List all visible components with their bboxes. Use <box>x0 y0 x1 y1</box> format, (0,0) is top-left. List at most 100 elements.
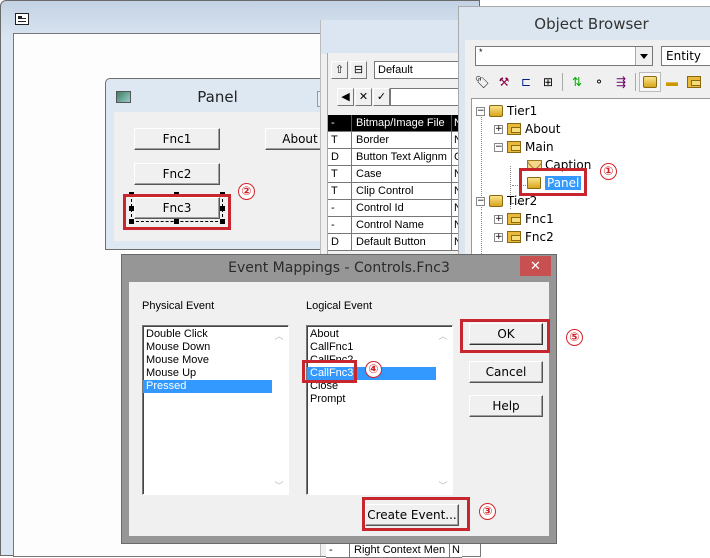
ruler-icon[interactable]: ▬ <box>661 72 683 92</box>
resize-handle[interactable] <box>129 219 134 224</box>
collapse-icon[interactable]: − <box>476 106 485 116</box>
form-filter-icon[interactable] <box>683 72 705 92</box>
property-window-titlebar <box>321 20 462 54</box>
form-icon <box>507 213 521 225</box>
property-row[interactable]: - Control Id N <box>328 200 464 217</box>
filter-combo[interactable]: * <box>475 46 653 66</box>
cancel-x-icon[interactable]: ✕ <box>355 88 372 106</box>
back-arrow-icon[interactable]: ◀ <box>337 88 354 106</box>
resize-handle[interactable] <box>220 206 225 211</box>
resize-handle[interactable] <box>174 192 179 197</box>
resize-handle[interactable] <box>220 219 225 224</box>
property-flag: T <box>328 132 352 148</box>
tree-item-tier1[interactable]: − Tier1 <box>476 102 537 120</box>
list-item[interactable]: About <box>307 328 452 341</box>
panel-title: Panel <box>197 88 238 106</box>
property-flag: D <box>328 149 352 165</box>
close-icon[interactable]: ✕ <box>520 256 551 276</box>
tree-item-panel[interactable]: Panel <box>527 174 582 192</box>
up-level-icon[interactable]: ⇧ <box>331 61 348 79</box>
tree-view-icon[interactable]: ⊟ <box>350 61 367 79</box>
tree-item-label: About <box>525 122 561 136</box>
find-icon[interactable]: ⚬ <box>588 72 610 92</box>
list-item[interactable]: Close <box>307 380 452 393</box>
list-item-selected[interactable]: Pressed <box>143 380 272 393</box>
object-browser-title: Object Browser <box>534 15 649 33</box>
step-4-marker: ④ <box>365 361 382 378</box>
tree-item-label: Tier2 <box>507 194 538 208</box>
toolbar-separator <box>562 73 563 91</box>
list-item[interactable]: Double Click <box>143 328 288 341</box>
help-button[interactable]: Help <box>469 395 543 417</box>
dependencies-icon[interactable]: ⇶ <box>610 72 632 92</box>
type-combo[interactable]: Entity <box>661 46 710 66</box>
property-row[interactable]: - Bitmap/Image File N <box>328 115 464 132</box>
tree-item-fnc2[interactable]: + Fnc2 <box>494 228 554 246</box>
resize-handle[interactable] <box>220 192 225 197</box>
property-row[interactable]: T Case N <box>328 166 464 183</box>
tree-item-label: Fnc1 <box>525 212 554 226</box>
physical-event-label: Physical Event <box>142 300 215 312</box>
property-set-combo[interactable]: Default <box>374 61 464 79</box>
cancel-button[interactable]: Cancel <box>469 361 543 383</box>
hierarchy-icon[interactable]: ⊏ <box>515 72 537 92</box>
tag-icon[interactable]: 🏷 <box>471 72 493 92</box>
property-flag: D <box>328 234 352 250</box>
dropdown-arrow-icon[interactable] <box>635 47 652 65</box>
tree-item-label: Fnc2 <box>525 230 554 244</box>
tree-item-label: Panel <box>545 176 582 190</box>
property-row[interactable]: - Control Name N <box>328 217 464 234</box>
list-item[interactable]: Prompt <box>307 393 452 406</box>
tree-item-about[interactable]: + About <box>494 120 560 138</box>
logical-event-list[interactable]: About CallFnc1 CallFnc2 CallFnc3 Close P… <box>306 325 453 495</box>
ok-button[interactable]: OK <box>469 323 543 345</box>
list-item[interactable]: Mouse Move <box>143 354 288 367</box>
refresh-icon[interactable]: ⇅ <box>566 72 588 92</box>
property-name: Bitmap/Image File <box>352 115 452 131</box>
tree-item-main[interactable]: − Main <box>494 138 554 156</box>
selection-outline <box>131 194 223 222</box>
property-row[interactable]: T Clip Control N <box>328 183 464 200</box>
dialog-title: Event Mappings - Controls.Fnc3 <box>228 260 450 276</box>
property-name: Clip Control <box>352 183 452 199</box>
toolbar-separator <box>635 73 636 91</box>
glasses-grid-icon[interactable]: ⊞ <box>537 72 559 92</box>
create-event-button[interactable]: Create Event... <box>365 504 459 526</box>
property-value-input[interactable] <box>390 88 464 106</box>
list-item[interactable]: CallFnc1 <box>307 341 452 354</box>
list-item[interactable]: Mouse Down <box>143 341 288 354</box>
tree-item-label: Caption <box>545 158 592 172</box>
resize-handle[interactable] <box>129 206 134 211</box>
scrollbar[interactable]: ︿ ﹀ <box>435 327 451 493</box>
accept-check-icon[interactable]: ✓ <box>373 88 390 106</box>
form-icon <box>507 231 521 243</box>
scroll-up-icon[interactable]: ︿ <box>271 329 287 343</box>
tree-item-caption[interactable]: Caption <box>527 156 591 174</box>
tree-item-tier2[interactable]: − Tier2 <box>476 192 537 210</box>
build-icon[interactable]: ⚒ <box>493 72 515 92</box>
collapse-icon[interactable]: − <box>494 142 503 152</box>
list-item[interactable]: Mouse Up <box>143 367 288 380</box>
expand-icon[interactable]: + <box>494 124 503 134</box>
expand-icon[interactable]: + <box>494 214 503 224</box>
scroll-down-icon[interactable]: ﹀ <box>271 479 287 493</box>
fnc2-button[interactable]: Fnc2 <box>134 163 220 185</box>
fnc1-button[interactable]: Fnc1 <box>134 128 220 150</box>
expand-icon[interactable]: + <box>494 232 503 242</box>
scrollbar[interactable]: ︿ ﹀ <box>271 327 287 493</box>
property-row[interactable]: T Border N <box>328 132 464 149</box>
scroll-down-icon[interactable]: ﹀ <box>435 479 451 493</box>
property-row[interactable]: D Button Text Alignm C <box>328 149 464 166</box>
filter-value: * <box>479 47 483 57</box>
resize-handle[interactable] <box>129 192 134 197</box>
collapse-icon[interactable]: − <box>476 196 485 206</box>
property-row[interactable]: D Default Button N <box>328 234 464 251</box>
tree-item-label: Main <box>525 140 554 154</box>
entity-filter-icon[interactable] <box>639 72 661 92</box>
tree-item-fnc1[interactable]: + Fnc1 <box>494 210 554 228</box>
property-flag: - <box>326 542 350 557</box>
physical-event-list[interactable]: Double Click Mouse Down Mouse Move Mouse… <box>142 325 289 495</box>
form-icon <box>507 123 521 135</box>
resize-handle[interactable] <box>174 219 179 224</box>
scroll-up-icon[interactable]: ︿ <box>435 329 451 343</box>
